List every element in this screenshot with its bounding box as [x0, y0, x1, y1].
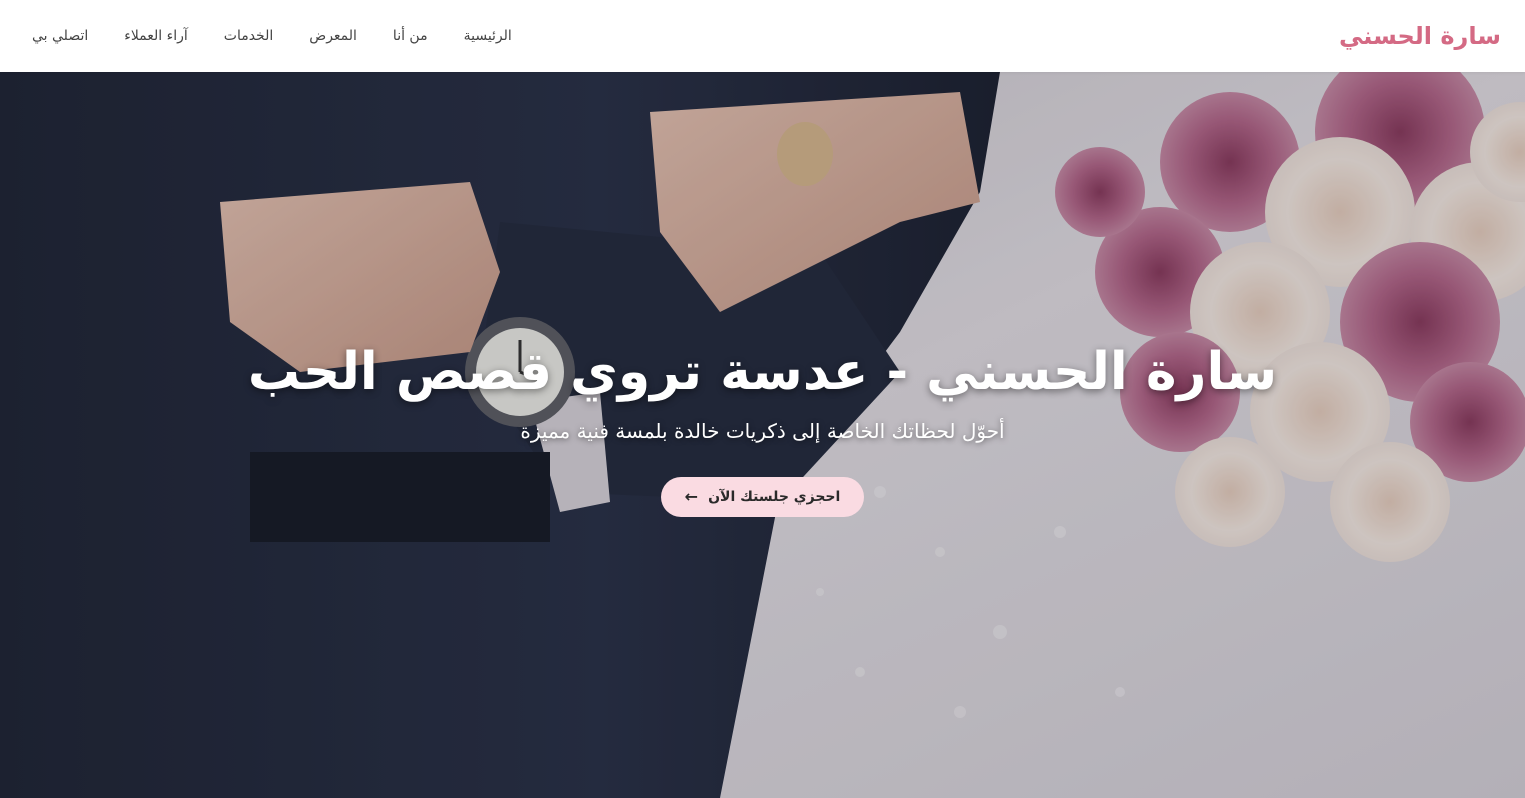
arrow-left-icon: ← [684, 487, 699, 506]
site-logo[interactable]: سارة الحسني [1339, 22, 1501, 50]
book-session-button[interactable]: احجزي جلستك الآن ← [660, 477, 865, 517]
nav-services[interactable]: الخدمات [224, 28, 274, 44]
main-nav: الرئيسية من أنا المعرض الخدمات آراء العم… [28, 28, 512, 44]
hero-title: سارة الحسني - عدسة تروي قصص الحب [247, 342, 1278, 402]
nav-gallery[interactable]: المعرض [309, 28, 357, 44]
site-header: سارة الحسني الرئيسية من أنا المعرض الخدم… [0, 0, 1525, 72]
nav-about[interactable]: من أنا [393, 28, 428, 44]
nav-contact[interactable]: اتصلي بي [32, 28, 88, 44]
hero-content: سارة الحسني - عدسة تروي قصص الحب أحوّل ل… [0, 340, 1525, 517]
nav-home[interactable]: الرئيسية [464, 28, 512, 44]
hero-subtitle: أحوّل لحظاتك الخاصة إلى ذكريات خالدة بلم… [520, 419, 1005, 443]
book-session-label: احجزي جلستك الآن [708, 489, 841, 505]
nav-testimonials[interactable]: آراء العملاء [124, 28, 188, 44]
hero-section: سارة الحسني - عدسة تروي قصص الحب أحوّل ل… [0, 72, 1525, 798]
